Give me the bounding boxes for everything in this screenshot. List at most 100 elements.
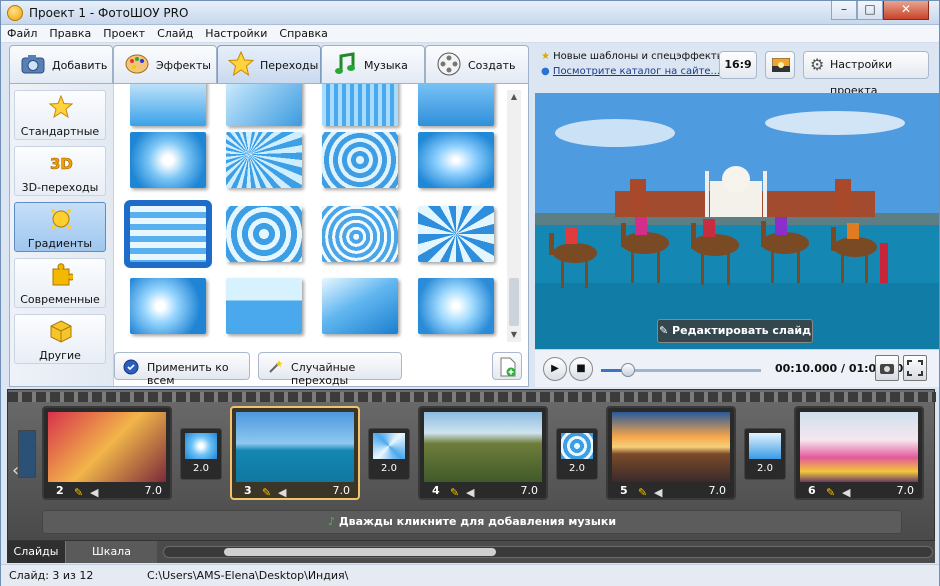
pencil-icon[interactable]: ✎ [74,486,84,499]
menu-project[interactable]: Проект [97,25,151,40]
play-button[interactable]: ▶ [543,357,567,381]
aspect-ratio-button[interactable]: 16:9 [719,51,757,79]
player-controls: ▶ ■ 00:10.000 / 01:00.000 [535,349,939,387]
star-icon [49,95,73,119]
tab-transitions[interactable]: Переходы [217,45,321,85]
edit-slide-button[interactable]: ✎ Редактировать слайд [657,319,813,343]
tab-effects[interactable]: Эффекты [113,45,217,83]
tab-timeline[interactable]: Шкала времени [65,541,157,580]
tab-create-label: Создать [468,59,516,72]
transition-thumb[interactable] [418,278,494,334]
category-standard[interactable]: Стандартные [14,90,106,140]
transition-thumb[interactable]: 2.0 [180,428,222,480]
menu-slide[interactable]: Слайд [151,25,199,40]
project-settings-button[interactable]: ⚙ Настройки проекта [803,51,929,97]
catalog-link[interactable]: Посмотрите каталог на сайте... [553,66,720,77]
tab-music[interactable]: Музыка [321,45,425,83]
pencil-icon[interactable]: ✎ [638,486,648,499]
menu-file[interactable]: Файл [1,25,43,40]
slide-number: 3 [244,484,252,497]
partial-slide[interactable] [18,430,36,478]
add-page-button[interactable] [492,352,522,380]
category-modern[interactable]: Современные [14,258,106,308]
menu-settings[interactable]: Настройки [199,25,273,40]
slide-image [236,412,354,482]
category-gradients[interactable]: Градиенты [14,202,106,252]
music-track[interactable]: ♪ Дважды кликните для добавления музыки [42,510,902,534]
transition-thumb[interactable]: 2.0 [744,428,786,480]
slide-thumb[interactable]: 5 ✎ ◀ 7.0 [606,406,736,500]
transition-thumb[interactable] [418,206,494,262]
transition-thumb[interactable] [322,84,398,126]
pencil-icon[interactable]: ✎ [826,486,836,499]
transition-thumb[interactable] [322,206,398,262]
minimize-button[interactable]: – [831,1,857,20]
maximize-button[interactable]: □ [857,1,883,20]
transition-thumb[interactable] [418,132,494,188]
transition-grid-scrollbar[interactable]: ▲ ▼ [507,90,521,342]
menu-edit[interactable]: Правка [43,25,97,40]
transition-thumb[interactable] [226,278,302,334]
strip-scrollbar[interactable] [163,546,933,558]
transition-thumb[interactable] [226,84,302,126]
slide-duration: 7.0 [332,484,351,497]
transition-thumb[interactable] [130,132,206,188]
transition-thumb[interactable]: 2.0 [368,428,410,480]
transition-thumb-selected[interactable] [130,206,206,262]
transition-thumb[interactable]: 2.0 [556,428,598,480]
star-icon [228,51,254,77]
category-other[interactable]: Другие [14,314,106,364]
transition-thumb[interactable] [322,132,398,188]
speaker-icon[interactable]: ◀ [654,486,664,499]
transition-image [749,433,781,459]
tab-add-label: Добавить [52,59,108,72]
background-button[interactable] [765,51,795,79]
preview-panel: ★ Новые шаблоны и спецэффекты ● Посмотри… [535,45,939,387]
status-bar: Слайд: 3 из 12 C:\Users\AMS-Elena\Deskto… [1,564,939,586]
tab-slides[interactable]: Слайды [7,541,65,563]
playback-slider[interactable] [601,363,761,377]
transition-thumb[interactable] [418,84,494,126]
slide-preview[interactable]: ✎ Редактировать слайд [535,93,939,349]
strip-scroll-thumb[interactable] [224,548,496,556]
fullscreen-button[interactable] [903,355,927,381]
camera-icon [880,364,894,374]
stop-button[interactable]: ■ [569,357,593,381]
menu-help[interactable]: Справка [273,25,333,40]
snapshot-button[interactable] [875,355,899,381]
gradient-icon [51,209,71,229]
speaker-icon[interactable]: ◀ [466,486,476,499]
scroll-down-icon[interactable]: ▼ [509,330,519,340]
transition-thumb[interactable] [226,206,302,262]
slide-thumb-selected[interactable]: 3 ✎ ◀ 7.0 [230,406,360,500]
transition-thumb[interactable] [322,278,398,334]
transition-grid [114,84,504,346]
category-gradients-label: Градиенты [27,237,93,250]
slide-thumb[interactable]: 6 ✎ ◀ 7.0 [794,406,924,500]
random-transitions-button[interactable]: Случайные переходы [258,352,402,387]
speaker-icon[interactable]: ◀ [842,486,852,499]
stop-icon: ■ [576,363,586,374]
slide-thumb[interactable]: 2 ✎ ◀ 7.0 [42,406,172,500]
slide-strip: ‹ › 2 ✎ ◀ 7.0 2.0 3 ✎ ◀ 7.0 2.0 4 ✎ [7,389,936,541]
category-3d[interactable]: 3D 3D-переходы [14,146,106,196]
transition-image [373,433,405,459]
slide-image [612,412,730,482]
speaker-icon[interactable]: ◀ [278,486,288,499]
playback-knob[interactable] [621,363,636,377]
pencil-icon[interactable]: ✎ [450,486,460,499]
slide-duration: 7.0 [144,484,163,497]
speaker-icon[interactable]: ◀ [90,486,100,499]
apply-all-button[interactable]: Применить ко всем [114,352,250,387]
menu-bar: Файл Правка Проект Слайд Настройки Справка [1,25,939,43]
scroll-thumb[interactable] [509,278,519,326]
tab-create[interactable]: Создать [425,45,529,83]
slide-thumb[interactable]: 4 ✎ ◀ 7.0 [418,406,548,500]
tab-add[interactable]: Добавить [9,45,113,83]
transition-thumb[interactable] [130,84,206,126]
transition-thumb[interactable] [130,278,206,334]
close-button[interactable]: ✕ [883,1,929,20]
scroll-up-icon[interactable]: ▲ [509,92,519,102]
pencil-icon[interactable]: ✎ [262,486,272,499]
transition-thumb[interactable] [226,132,302,188]
